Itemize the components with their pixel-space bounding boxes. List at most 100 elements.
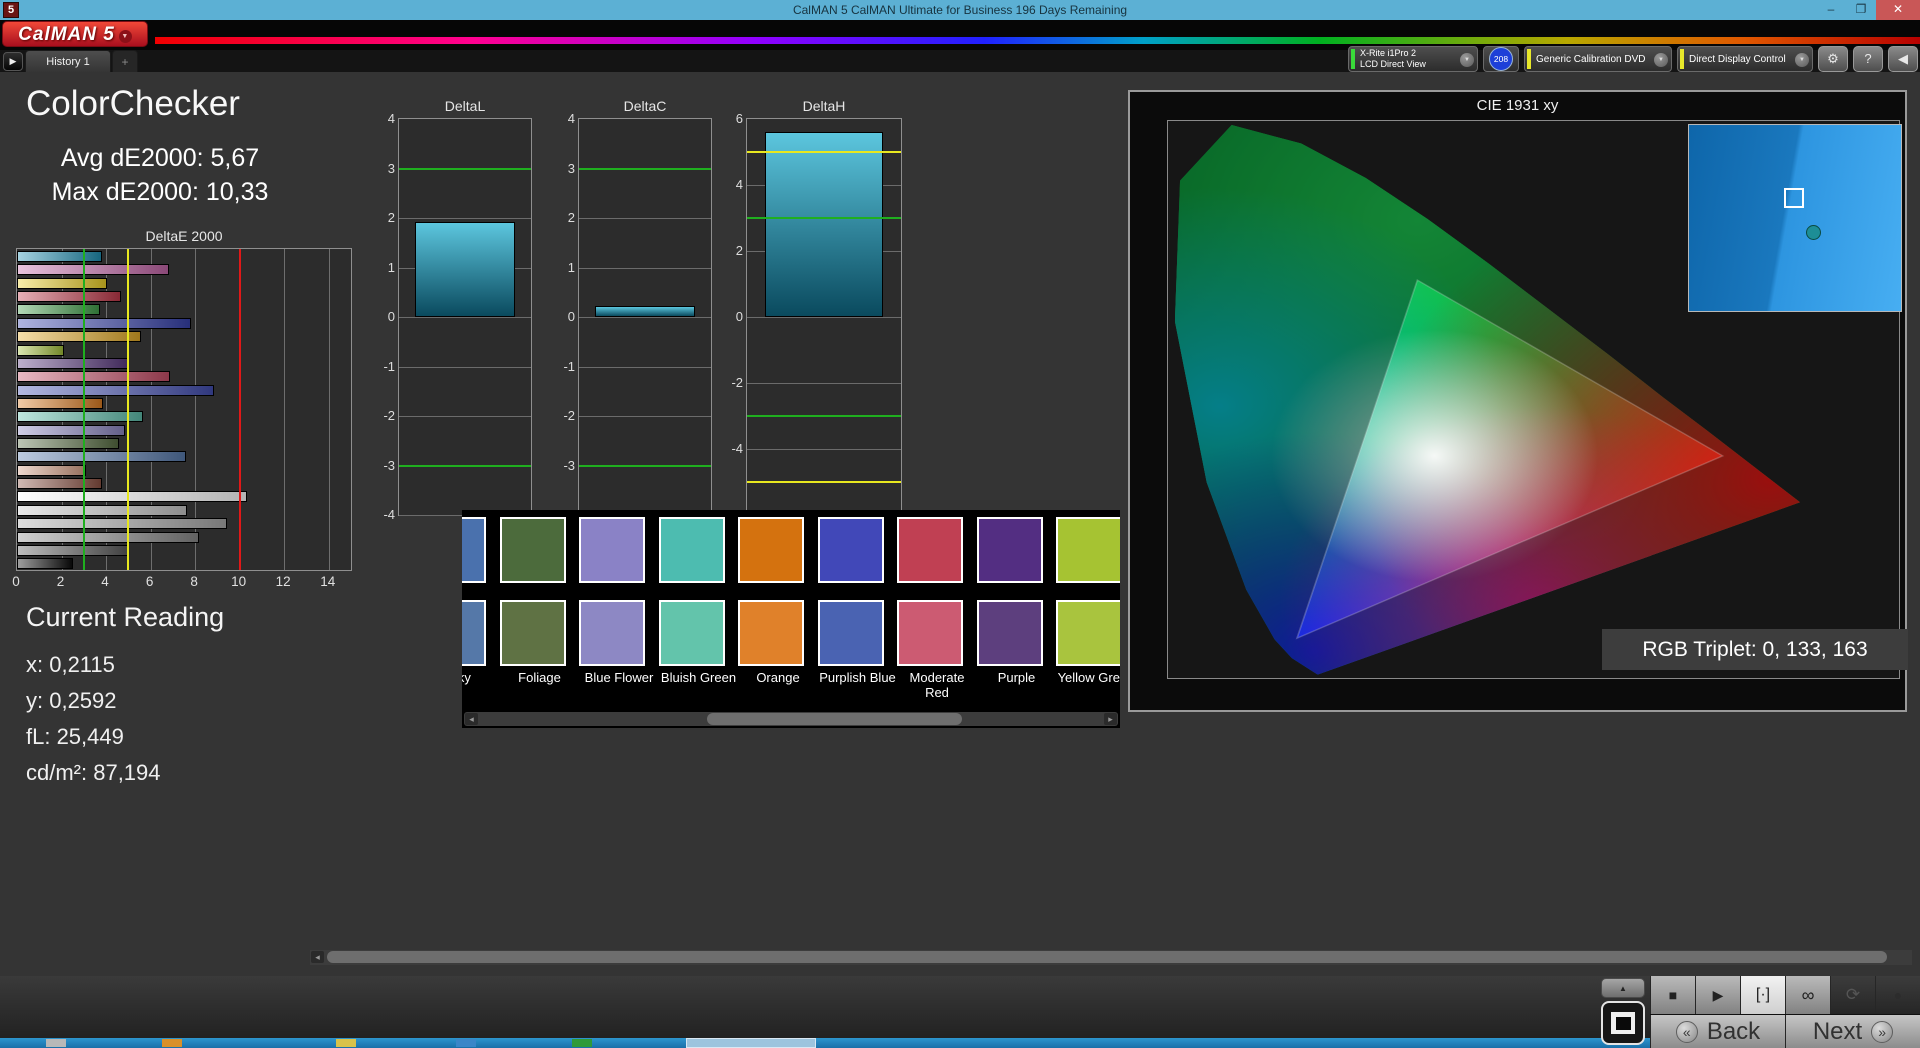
taskbar-icon[interactable] (456, 1039, 476, 1047)
taskbar-icon[interactable] (572, 1039, 592, 1047)
reference-line (238, 249, 241, 570)
reading-fl: fL: 25,449 (26, 724, 124, 749)
minimize-button[interactable]: – (1816, 0, 1846, 20)
tab-history-1[interactable]: History 1 (25, 50, 111, 72)
taskbar-active-app[interactable] (686, 1038, 816, 1048)
bottom-bar: ▲ ■ ▶ [·] ∞ ⟳ ● « Back Next » (0, 976, 1920, 1048)
read-continuous-button[interactable]: ∞ (1785, 976, 1830, 1014)
de-bar-foliage (17, 438, 119, 450)
play-button[interactable]: ▶ (1695, 976, 1740, 1014)
de-bar-gray-80 (17, 504, 187, 516)
bar-row (17, 276, 351, 289)
patch-label: Moderate Red (909, 670, 965, 700)
target-marker (1784, 188, 1805, 209)
y-tick: 3 (387, 160, 395, 176)
reference-line (82, 249, 85, 570)
gridline (399, 366, 531, 368)
reference-swatch (976, 517, 1043, 583)
de-bar-white (17, 491, 247, 503)
y-tick: -2 (731, 375, 743, 390)
de-bar-green (17, 304, 101, 316)
reference-line (579, 167, 711, 170)
bar-row (17, 262, 351, 276)
bar-row (17, 356, 351, 369)
gridline (579, 218, 711, 219)
taskbar-icon[interactable] (46, 1039, 66, 1047)
y-tick: 6 (735, 111, 743, 126)
bar-row (17, 249, 351, 262)
scroll-left-icon[interactable]: ◂ (311, 951, 324, 963)
gridline (399, 317, 531, 318)
chart-title: CIE 1931 xy (1476, 97, 1559, 114)
y-tick: -4 (383, 507, 395, 522)
chevron-down-icon[interactable]: ▼ (1460, 53, 1474, 67)
meter-mode-button[interactable]: 208 (1483, 46, 1519, 72)
scroll-left-icon[interactable]: ◂ (465, 713, 478, 725)
taskbar-icon[interactable] (336, 1039, 356, 1047)
close-button[interactable]: ✕ (1876, 0, 1920, 20)
gridline (747, 383, 901, 384)
delta-bar (414, 221, 516, 317)
measured-swatch (499, 600, 566, 666)
pattern-up-icon[interactable]: ▲ (1601, 978, 1645, 998)
y-tick: -1 (383, 358, 395, 374)
reference-line (399, 464, 531, 467)
deltae2000-chart: DeltaE 2000 0 2 4 6 8 10 12 14 (12, 228, 356, 592)
source-status-stripe (1527, 49, 1531, 69)
gridline (579, 317, 711, 318)
reference-line (579, 464, 711, 467)
scrollbar-thumb[interactable] (707, 713, 962, 725)
restore-button[interactable]: ❐ (1846, 0, 1876, 20)
record-button[interactable]: ● (1875, 976, 1920, 1014)
chart-title: DeltaC (623, 98, 667, 114)
scroll-right-icon[interactable]: ▸ (1104, 713, 1117, 725)
read-single-button[interactable]: [·] (1740, 976, 1785, 1014)
de-bar-dark-skin (17, 478, 103, 490)
meter-dropdown[interactable]: X-Rite i1Pro 2 LCD Direct View ▼ (1348, 46, 1478, 72)
bar-row (17, 556, 351, 570)
y-tick: -3 (383, 457, 395, 473)
y-tick: 2 (735, 243, 743, 258)
tab-add-button[interactable]: + (112, 50, 138, 72)
next-button[interactable]: Next » (1785, 1015, 1920, 1048)
source-dropdown[interactable]: Generic Calibration DVD ▼ (1524, 46, 1672, 72)
colorchecker-data-table (310, 728, 1920, 947)
gridline (399, 218, 531, 219)
stop-button[interactable]: ■ (1650, 976, 1695, 1014)
chevron-down-icon[interactable]: ▼ (1654, 53, 1668, 67)
display-control-dropdown[interactable]: Direct Display Control ▼ (1677, 46, 1813, 72)
help-icon[interactable]: ? (1853, 46, 1883, 72)
gear-icon[interactable]: ⚙ (1818, 46, 1848, 72)
taskbar-icon[interactable] (162, 1039, 182, 1047)
gridline (747, 449, 901, 450)
collapse-panel-icon[interactable]: ◀ (1888, 46, 1918, 72)
swatch-scrollbar[interactable]: ◂ ▸ (464, 712, 1118, 726)
y-tick: 0 (387, 309, 395, 324)
y-tick: 1 (567, 259, 575, 275)
meter-status-stripe (1351, 49, 1355, 69)
meter-mode-badge: 208 (1489, 47, 1513, 71)
bar-row (17, 343, 351, 356)
patch-label: Orange (756, 670, 800, 685)
logo-dropdown-icon[interactable]: ▼ (118, 30, 132, 43)
patch-label: Purple (997, 670, 1036, 685)
pattern-window-button[interactable] (1601, 1001, 1645, 1045)
measured-swatch (1056, 600, 1120, 666)
reading-x: x: 0,2115 (26, 652, 115, 677)
chevron-down-icon[interactable]: ▼ (1795, 53, 1809, 67)
gridline (579, 267, 711, 269)
tab-scroll-arrow-icon[interactable]: ▶ (3, 52, 23, 71)
y-tick: 4 (735, 177, 743, 192)
y-tick: 2 (387, 210, 395, 225)
calman-logo-menu[interactable]: CalMAN 5 ▼ (2, 21, 148, 47)
scrollbar-thumb[interactable] (327, 951, 1887, 963)
refresh-button[interactable]: ⟳ (1830, 976, 1875, 1014)
reading-cdm2: cd/m²: 87,194 (26, 760, 161, 785)
table-scrollbar[interactable]: ◂ (310, 950, 1912, 965)
windows-taskbar[interactable] (0, 1038, 1655, 1048)
bar-row (17, 436, 351, 450)
bar-row (17, 329, 351, 343)
patch-label: Foliage (518, 670, 561, 685)
x-tick: 2 (56, 574, 65, 589)
back-button[interactable]: « Back (1650, 1015, 1785, 1048)
